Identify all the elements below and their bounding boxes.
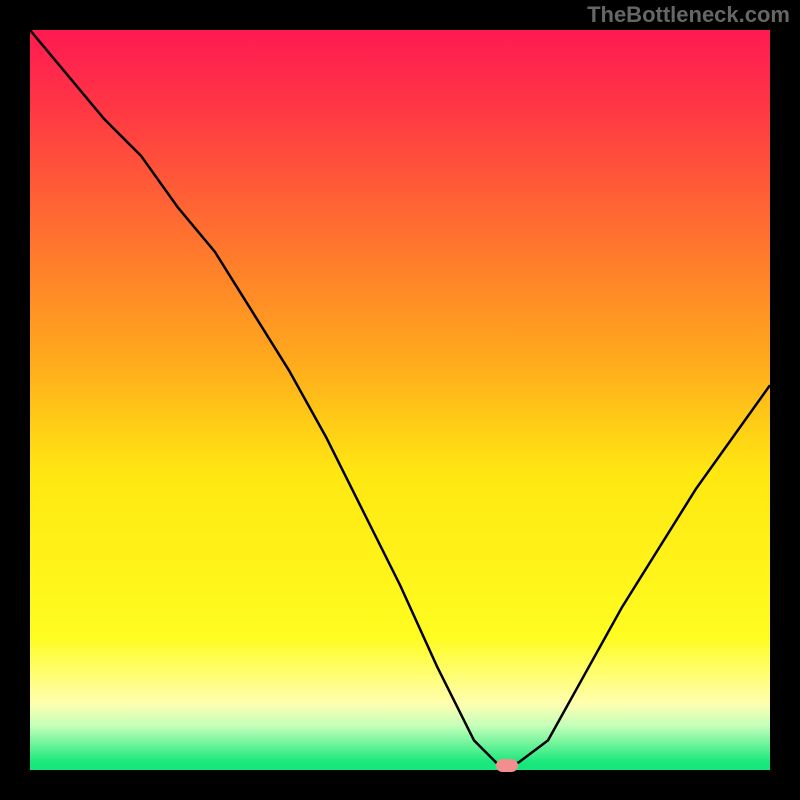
optimal-marker (496, 759, 518, 772)
attribution-label: TheBottleneck.com (587, 2, 790, 28)
curve-svg (30, 30, 770, 770)
bottleneck-curve (30, 30, 770, 763)
chart-container: TheBottleneck.com (0, 0, 800, 800)
plot-area (30, 30, 770, 770)
